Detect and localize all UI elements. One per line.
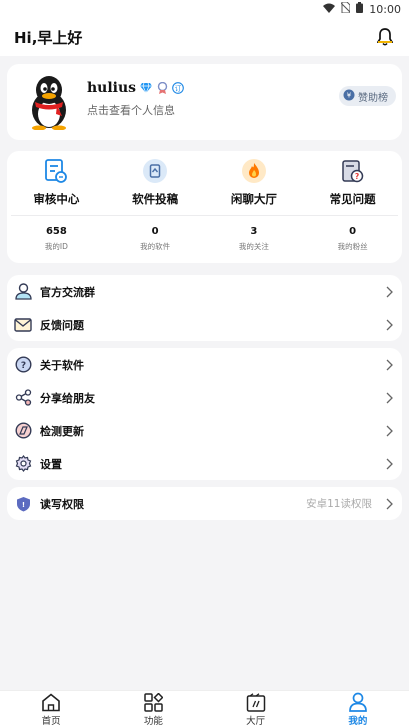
profile-subtitle: 点击查看个人信息 <box>87 104 175 117</box>
battery-icon <box>356 2 364 16</box>
chevron-right-icon <box>384 319 394 331</box>
menu-item-settings[interactable]: 设置 <box>7 447 402 480</box>
hall-icon <box>245 692 267 712</box>
diamond-icon <box>140 82 153 94</box>
update-icon <box>14 422 32 440</box>
chevron-right-icon <box>384 359 394 371</box>
tab-features[interactable]: 功能 <box>102 691 204 728</box>
settings-icon <box>14 455 32 473</box>
no-sim-icon <box>340 1 351 16</box>
feature-submit-software[interactable]: 软件投稿 <box>106 157 205 215</box>
tab-home[interactable]: 首页 <box>0 691 102 728</box>
menu-item-label: 反馈问题 <box>40 318 84 332</box>
stat-label: 我的关注 <box>238 242 269 251</box>
svg-text:?: ? <box>354 172 358 181</box>
app-header: Hi,早上好 <box>0 18 409 56</box>
stat-my-fans[interactable]: 0 我的粉丝 <box>303 226 402 252</box>
stat-my-software[interactable]: 0 我的软件 <box>106 226 205 252</box>
menu-item-label: 读写权限 <box>40 497 84 511</box>
feature-label: 审核中心 <box>33 192 80 206</box>
menu-item-label: 分享给朋友 <box>40 391 95 405</box>
menu-item-label: 设置 <box>40 457 62 471</box>
menu-item-rw-permission[interactable]: ! 读写权限 安卓11读权限 <box>7 487 402 520</box>
feature-label: 软件投稿 <box>132 192 179 206</box>
features-card: 审核中心 软件投稿 闲聊大厅 ? 常见问题 658 我的ID 0 我的软件 3 … <box>7 151 402 263</box>
tab-label: 我的 <box>348 716 368 727</box>
stat-label: 我的软件 <box>140 242 171 251</box>
chevron-right-icon <box>384 286 394 298</box>
feature-faq[interactable]: ? 常见问题 <box>303 157 402 215</box>
verified-icon: 订 <box>172 82 184 94</box>
faq-icon: ? <box>339 157 367 185</box>
permission-value: 安卓11读权限 <box>306 498 372 510</box>
menu-item-feedback[interactable]: 反馈问题 <box>7 308 402 341</box>
menu-item-official-group[interactable]: 官方交流群 <box>7 275 402 308</box>
tab-label: 大厅 <box>246 716 266 727</box>
svg-text:!: ! <box>21 501 24 509</box>
feature-review[interactable]: 审核中心 <box>7 157 106 215</box>
username: hulius <box>87 80 137 96</box>
svg-text:订: 订 <box>175 85 182 93</box>
review-icon <box>42 157 70 185</box>
menu-group-app: ? 关于软件 分享给朋友 检测更新 设置 <box>7 348 402 480</box>
medal-icon <box>156 82 168 94</box>
stat-value: 3 <box>250 226 258 237</box>
chevron-right-icon <box>384 458 394 470</box>
group-icon <box>14 283 32 301</box>
chat-hall-icon <box>240 157 268 185</box>
menu-item-label: 官方交流群 <box>40 285 95 299</box>
feature-label: 闲聊大厅 <box>230 192 277 206</box>
tab-label: 首页 <box>41 716 61 727</box>
apps-icon <box>142 692 164 712</box>
stat-value: 658 <box>45 226 67 237</box>
submit-software-icon <box>141 157 169 185</box>
feature-row: 审核中心 软件投稿 闲聊大厅 ? 常见问题 <box>7 151 402 215</box>
profile-card[interactable]: hulius 订 点击查看个人信息 ¥ 赞助榜 <box>7 64 402 140</box>
menu-group-contact: 官方交流群 反馈问题 <box>7 275 402 341</box>
tab-label: 功能 <box>143 716 163 727</box>
greeting-text: Hi,早上好 <box>14 28 83 47</box>
stat-value: 0 <box>151 226 159 237</box>
home-icon <box>40 692 62 712</box>
feature-label: 常见问题 <box>329 192 376 206</box>
bell-icon[interactable] <box>375 27 395 47</box>
chevron-right-icon <box>384 392 394 404</box>
menu-item-label: 关于软件 <box>40 358 84 372</box>
tab-hall[interactable]: 大厅 <box>205 691 307 728</box>
chevron-right-icon <box>384 425 394 437</box>
stat-my-following[interactable]: 3 我的关注 <box>205 226 304 252</box>
stat-value: 0 <box>349 226 357 237</box>
svg-text:¥: ¥ <box>347 91 352 99</box>
person-icon <box>347 692 369 712</box>
menu-group-permission: ! 读写权限 安卓11读权限 <box>7 487 402 520</box>
stat-label: 我的粉丝 <box>337 242 368 251</box>
share-icon <box>14 389 32 407</box>
tab-mine[interactable]: 我的 <box>307 691 409 728</box>
shield-icon: ! <box>14 495 32 513</box>
wifi-icon <box>323 3 336 16</box>
chevron-right-icon <box>384 498 394 510</box>
sponsor-label: 赞助榜 <box>358 92 388 104</box>
stat-my-id[interactable]: 658 我的ID <box>7 226 106 252</box>
mail-icon <box>14 316 32 334</box>
status-time: 10:00 <box>369 2 401 16</box>
svg-text:?: ? <box>20 361 25 371</box>
menu-item-about[interactable]: ? 关于软件 <box>7 348 402 381</box>
status-bar: 10:00 <box>0 0 409 18</box>
stat-label: 我的ID <box>44 242 68 251</box>
bottom-tab-bar: 首页 功能 大厅 我的 <box>0 690 409 728</box>
stats-row: 658 我的ID 0 我的软件 3 我的关注 0 我的粉丝 <box>7 216 402 262</box>
sponsor-button[interactable]: ¥ 赞助榜 <box>339 86 396 106</box>
menu-item-share[interactable]: 分享给朋友 <box>7 381 402 414</box>
avatar[interactable] <box>21 74 77 130</box>
sponsor-icon: ¥ <box>343 89 355 104</box>
feature-chat-hall[interactable]: 闲聊大厅 <box>205 157 304 215</box>
menu-item-check-update[interactable]: 检测更新 <box>7 414 402 447</box>
menu-item-label: 检测更新 <box>40 424 84 438</box>
about-icon: ? <box>14 356 32 374</box>
